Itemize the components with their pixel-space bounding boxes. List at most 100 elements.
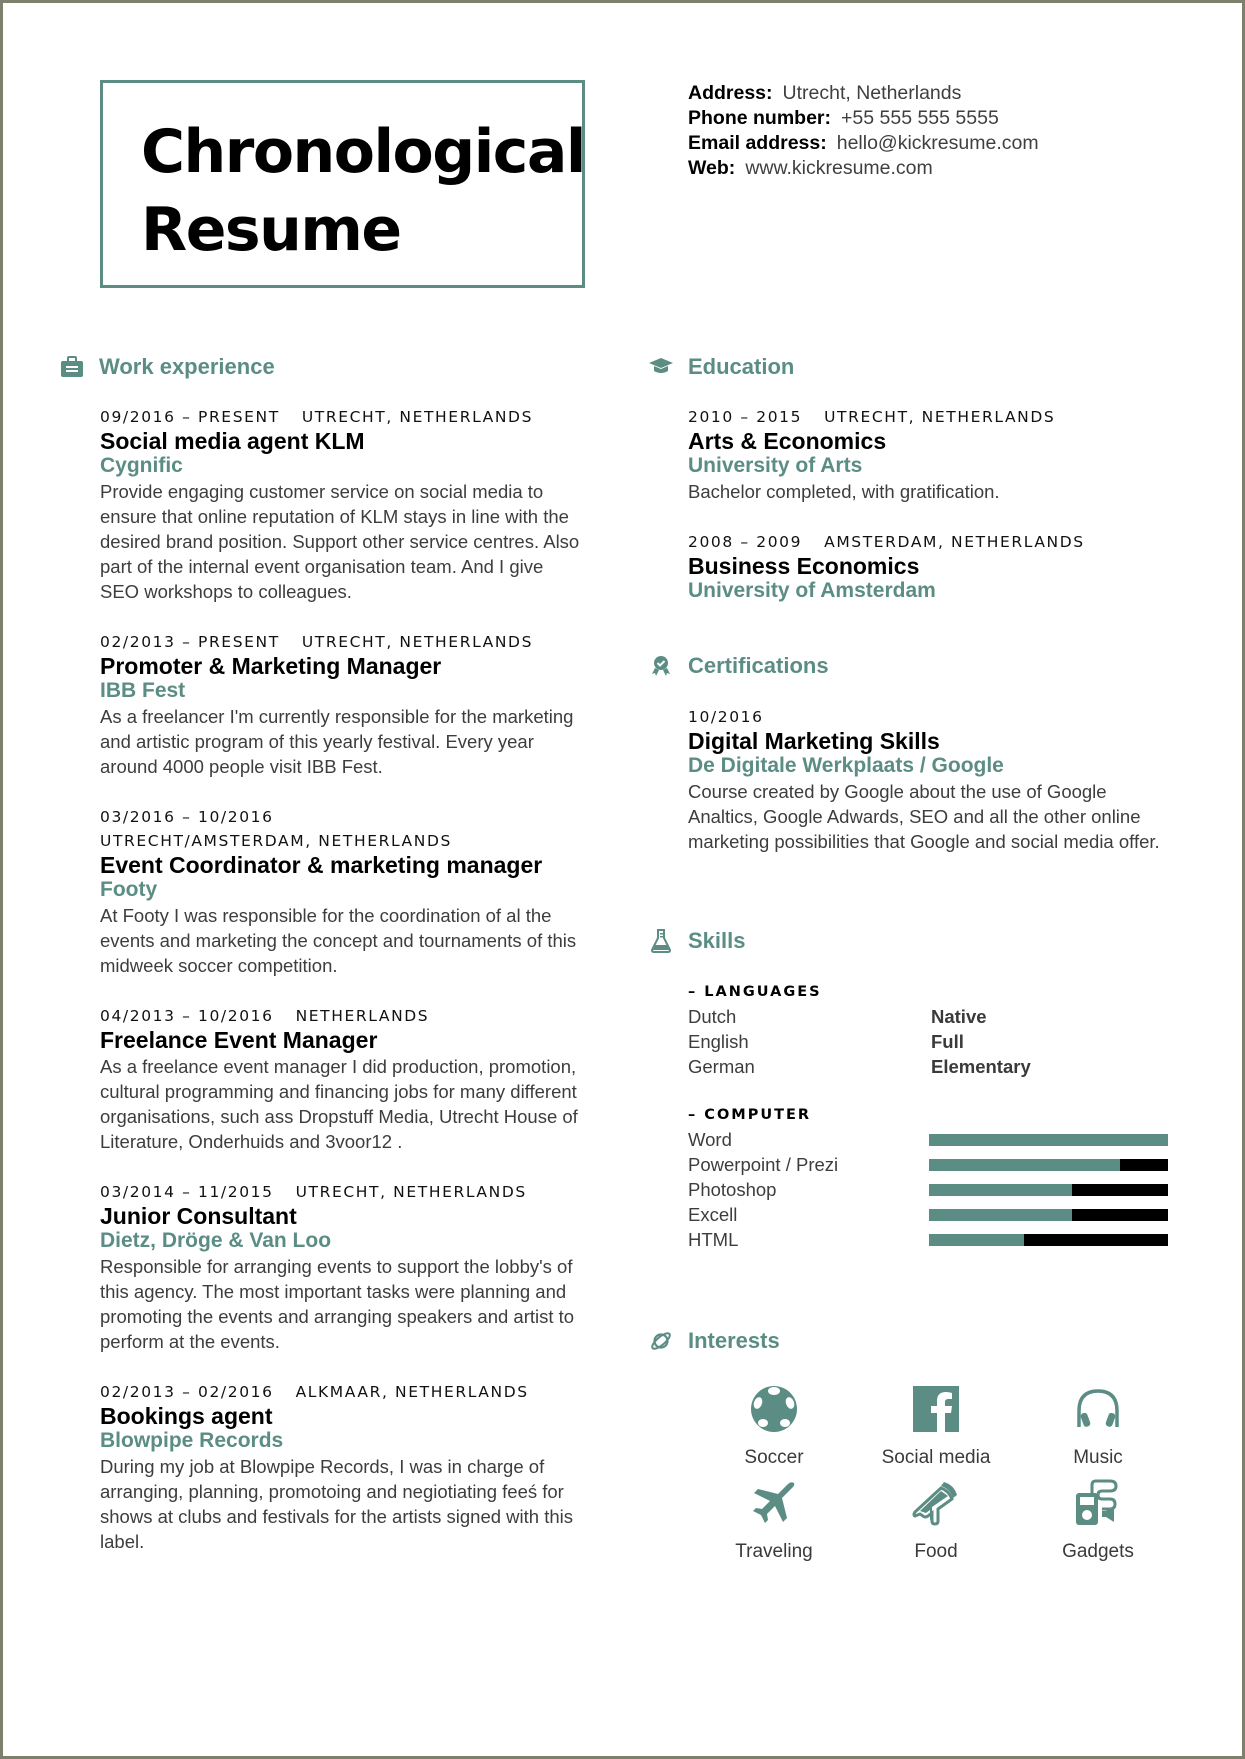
computer-subheading: – Computer xyxy=(688,1107,812,1123)
education-entry: 2010 – 2015 Utrecht, Netherlands Arts & E… xyxy=(688,405,1168,504)
soccer-ball-icon xyxy=(748,1383,800,1435)
education-entry: 2008 – 2009 Amsterdam, Netherlands Busine… xyxy=(688,530,1168,603)
interest-item: Gadgets xyxy=(1017,1477,1179,1563)
entry-dates: 04/2013 – 10/2016 xyxy=(100,1007,274,1025)
certifications-list: 10/2016 Digital Marketing Skills De Digi… xyxy=(688,705,1168,880)
entry-role: Promoter & Marketing Manager xyxy=(100,653,442,679)
skill-bar xyxy=(928,1133,1168,1146)
contact-value: Utrecht, Netherlands xyxy=(782,82,962,104)
skill-bar xyxy=(928,1158,1168,1171)
pizza-slice-icon xyxy=(910,1477,962,1529)
entry-description: At Footy I was responsible for the coord… xyxy=(100,905,577,976)
contact-block: Address: Utrecht, Netherlands Phone numbe… xyxy=(688,81,1039,181)
interest-label: Music xyxy=(1073,1447,1123,1468)
entry-dates: 10/2016 xyxy=(688,708,764,726)
entry-dates: 02/2013 – 02/2016 xyxy=(100,1383,274,1401)
entry-dates: 02/2013 – Present xyxy=(100,633,280,651)
airplane-icon xyxy=(748,1477,800,1529)
entry-dates: 09/2016 – Present xyxy=(100,408,280,426)
work-experience-list: 09/2016 – Present Utrecht, Netherlands So… xyxy=(100,405,580,1580)
entry-title: Digital Marketing Skills xyxy=(688,728,940,754)
entry-role: Bookings agent xyxy=(100,1403,273,1429)
work-entry: 02/2013 – Present Utrecht, Netherlands Pr… xyxy=(100,630,580,779)
entry-description: Bachelor completed, with gratification. xyxy=(688,481,1000,502)
language-level: Full xyxy=(931,1030,964,1052)
entry-description: During my job at Blowpipe Records, I was… xyxy=(100,1456,573,1552)
interest-item: Traveling xyxy=(693,1477,855,1563)
section-title: Certifications xyxy=(688,653,829,678)
work-entry: 09/2016 – Present Utrecht, Netherlands So… xyxy=(100,405,580,604)
music-player-icon xyxy=(1072,1477,1124,1529)
headphones-icon xyxy=(1072,1383,1124,1435)
entry-institution: University of Amsterdam xyxy=(688,579,936,602)
skills-block: – Languages Dutch Native English Full Germ… xyxy=(688,980,1168,1252)
entry-org: Footy xyxy=(100,878,158,901)
skill-name: HTML xyxy=(688,1228,739,1250)
entry-location: Netherlands xyxy=(295,1007,430,1025)
entry-meta: 02/2013 – Present Utrecht, Netherlands xyxy=(100,630,580,654)
section-title: Education xyxy=(688,354,795,379)
skill-bar-fill xyxy=(928,1158,1121,1171)
entry-degree: Arts & Economics xyxy=(688,428,887,454)
skills-heading: Skills xyxy=(648,928,745,954)
contact-label: Address: xyxy=(688,82,773,104)
entry-dates: 03/2014 – 11/2015 xyxy=(100,1183,274,1201)
work-entry: 03/2016 – 10/2016 Utrecht/Amsterdam, Net… xyxy=(100,805,580,978)
entry-location: Utrecht, Netherlands xyxy=(295,1183,527,1201)
entry-org: Dietz, Dröge & Van Loo xyxy=(100,1229,332,1252)
entry-description: Responsible for arranging events to supp… xyxy=(100,1256,575,1352)
certifications-heading: Certifications xyxy=(648,653,829,679)
interest-item: Social media xyxy=(855,1383,1017,1469)
interests-grid: Soccer Social media Music Traveling Food xyxy=(693,1383,1179,1563)
briefcase-icon xyxy=(59,354,85,380)
skill-name: Word xyxy=(688,1128,732,1150)
interest-item: Soccer xyxy=(693,1383,855,1469)
graduation-cap-icon xyxy=(648,354,674,380)
entry-description: As a freelancer I'm currently responsibl… xyxy=(100,706,574,777)
entry-issuer: De Digitale Werkplaats / Google xyxy=(688,754,1004,777)
contact-phone: Phone number: +55 555 555 5555 xyxy=(688,106,1039,131)
language-name: English xyxy=(688,1030,749,1052)
entry-meta: 09/2016 – Present Utrecht, Netherlands xyxy=(100,405,580,429)
entry-role: Freelance Event Manager xyxy=(100,1027,378,1053)
title-line-2: Resume xyxy=(141,195,402,265)
language-row: Dutch Native xyxy=(688,1004,1168,1029)
entry-org: Cygnific xyxy=(100,454,183,477)
contact-value: +55 555 555 5555 xyxy=(841,107,999,129)
entry-org: IBB Fest xyxy=(100,679,186,702)
computer-skill-row: Photoshop xyxy=(688,1177,1168,1202)
skill-name: Photoshop xyxy=(688,1178,777,1200)
entry-dates: 2010 – 2015 xyxy=(688,408,803,426)
contact-address: Address: Utrecht, Netherlands xyxy=(688,81,1039,106)
entry-dates: 2008 – 2009 xyxy=(688,533,803,551)
contact-value[interactable]: www.kickresume.com xyxy=(745,157,932,179)
language-row: English Full xyxy=(688,1029,1168,1054)
computer-skill-row: HTML xyxy=(688,1227,1168,1252)
entry-location: Utrecht, Netherlands xyxy=(301,633,534,651)
entry-description: As a freelance event manager I did produ… xyxy=(100,1056,578,1152)
entry-location: Utrecht, Netherlands xyxy=(824,408,1056,426)
skill-bar xyxy=(928,1183,1168,1196)
skill-bar-fill xyxy=(928,1183,1073,1196)
entry-meta: 2008 – 2009 Amsterdam, Netherlands xyxy=(688,530,1168,554)
contact-email: Email address: hello@kickresume.com xyxy=(688,131,1039,156)
work-entry: 02/2013 – 02/2016 Alkmaar, Netherlands Bo… xyxy=(100,1380,580,1554)
entry-location: Utrecht, Netherlands xyxy=(301,408,534,426)
contact-web: Web: www.kickresume.com xyxy=(688,156,1039,181)
entry-degree: Business Economics xyxy=(688,553,920,579)
contact-value[interactable]: hello@kickresume.com xyxy=(837,132,1039,154)
entry-org: Blowpipe Records xyxy=(100,1429,284,1452)
section-title: Interests xyxy=(688,1328,780,1353)
computer-skill-row: Word xyxy=(688,1127,1168,1152)
language-name: Dutch xyxy=(688,1005,737,1027)
language-level: Elementary xyxy=(931,1055,1031,1077)
contact-label: Phone number: xyxy=(688,107,832,129)
language-name: German xyxy=(688,1055,755,1077)
work-entry: 04/2013 – 10/2016 Netherlands Freelance E… xyxy=(100,1004,580,1154)
skill-bar-fill xyxy=(928,1208,1073,1221)
education-list: 2010 – 2015 Utrecht, Netherlands Arts & E… xyxy=(688,405,1168,629)
education-heading: Education xyxy=(648,354,794,380)
interest-label: Social media xyxy=(881,1447,991,1468)
entry-description: Course created by Google about the use o… xyxy=(688,781,1160,852)
award-badge-icon xyxy=(648,653,674,679)
